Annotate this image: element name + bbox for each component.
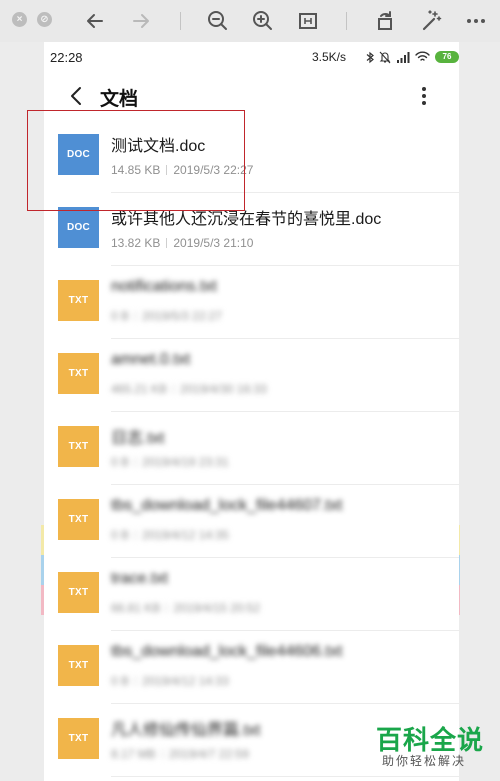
file-row[interactable]: TXT notifications.txt 0 B 2019/5/3 22:27 — [44, 266, 459, 339]
file-name: amnet.0.txt — [111, 351, 191, 368]
file-name: tbs_download_lock_file44607.txt — [111, 497, 343, 514]
mute-icon — [379, 51, 391, 63]
file-date: 2019/5/3 21:10 — [173, 236, 254, 250]
page-title: 文档 — [100, 89, 139, 110]
file-meta: 13.82 KB 2019/5/3 21:10 — [111, 236, 253, 250]
file-size: 66.81 KB — [111, 601, 161, 615]
file-date: 2019/4/15 20:52 — [173, 601, 261, 615]
file-meta: 0 B 2019/4/19 23:31 — [111, 455, 229, 469]
file-name: trace.txt — [111, 570, 168, 587]
txt-file-icon: TXT — [58, 499, 99, 540]
file-meta: 0 B 2019/4/12 14:35 — [111, 528, 229, 542]
file-row[interactable]: TXT tbs_download_lock_file44607.txt 0 B 2… — [44, 485, 459, 558]
status-icons: 76 — [366, 50, 459, 64]
file-date: 2019/5/3 22:27 — [142, 309, 223, 323]
file-row[interactable]: TXT amnet.0.txt 465.21 KB 2019/4/30 16:33 — [44, 339, 459, 412]
file-size: 465.21 KB — [111, 382, 168, 396]
battery-icon: 76 — [435, 51, 459, 63]
file-meta: 66.81 KB 2019/4/15 20:52 — [111, 601, 260, 615]
toolbar-separator — [346, 12, 347, 30]
bluetooth-icon — [366, 51, 374, 63]
file-date: 2019/4/12 14:33 — [142, 674, 229, 688]
file-meta: 0 B 2019/4/12 14:33 — [111, 674, 229, 688]
file-row[interactable]: TXT trace.txt 66.81 KB 2019/4/15 20:52 — [44, 558, 459, 631]
zoom-in-icon[interactable] — [250, 8, 276, 34]
file-row[interactable]: TXT tbs_download_lock_file44606.txt 0 B 2… — [44, 631, 459, 704]
chevron-left-icon — [71, 87, 81, 105]
close-icon[interactable]: × — [12, 12, 27, 27]
watermark-logo: 百科全说 助你轻松解决 — [372, 718, 492, 778]
txt-file-icon: TXT — [58, 572, 99, 613]
minimize-icon[interactable]: ⊘ — [37, 12, 52, 27]
highlight-box — [27, 110, 245, 211]
back-button[interactable] — [64, 82, 90, 110]
forward-arrow-icon[interactable] — [128, 8, 154, 34]
file-size: 13.82 KB — [111, 236, 161, 250]
status-bar: 22:28 3.5K/s 76 — [44, 42, 459, 72]
file-name: tbs_download_lock_file44606.txt — [111, 643, 343, 660]
signal-icon — [397, 52, 410, 63]
file-size: 0 B — [111, 455, 130, 469]
file-date: 2019/4/30 16:33 — [180, 382, 267, 396]
file-size: 0 B — [111, 528, 130, 542]
file-meta: 465.21 KB 2019/4/30 16:33 — [111, 382, 267, 396]
status-time: 22:28 — [50, 50, 83, 65]
file-name: 日志.txt — [111, 430, 165, 447]
file-meta: 0 B 2019/5/3 22:27 — [111, 309, 222, 323]
doc-file-icon: DOC — [58, 207, 99, 248]
file-row[interactable]: TXT 日志.txt 0 B 2019/4/19 23:31 — [44, 412, 459, 485]
file-date: 2019/4/12 14:35 — [142, 528, 229, 542]
more-icon[interactable] — [463, 8, 489, 34]
file-size: 0 B — [111, 309, 130, 323]
watermark-subtitle: 助你轻松解决 — [382, 754, 467, 768]
file-meta: 8.17 MB 2019/4/7 22:59 — [111, 747, 249, 761]
viewer-toolbar: × ⊘ — [0, 0, 500, 42]
file-size: 0 B — [111, 674, 130, 688]
file-name: notifications.txt — [111, 278, 217, 295]
back-arrow-icon[interactable] — [82, 8, 108, 34]
vertical-dots-icon — [422, 87, 426, 105]
txt-file-icon: TXT — [58, 426, 99, 467]
magic-wand-icon[interactable] — [418, 8, 444, 34]
network-speed: 3.5K/s — [312, 50, 347, 64]
rotate-icon[interactable] — [372, 8, 398, 34]
toolbar-separator — [180, 12, 181, 30]
txt-file-icon: TXT — [58, 718, 99, 759]
txt-file-icon: TXT — [58, 645, 99, 686]
file-name: 凡人修仙传仙界篇.txt — [111, 722, 261, 739]
txt-file-icon: TXT — [58, 280, 99, 321]
more-options-button[interactable] — [418, 84, 430, 108]
wifi-icon — [415, 51, 430, 61]
txt-file-icon: TXT — [58, 353, 99, 394]
fit-icon[interactable] — [295, 8, 321, 34]
file-date: 2019/4/19 23:31 — [142, 455, 229, 469]
file-size: 8.17 MB — [111, 747, 156, 761]
file-date: 2019/4/7 22:59 — [168, 747, 249, 761]
zoom-out-icon[interactable] — [205, 8, 231, 34]
